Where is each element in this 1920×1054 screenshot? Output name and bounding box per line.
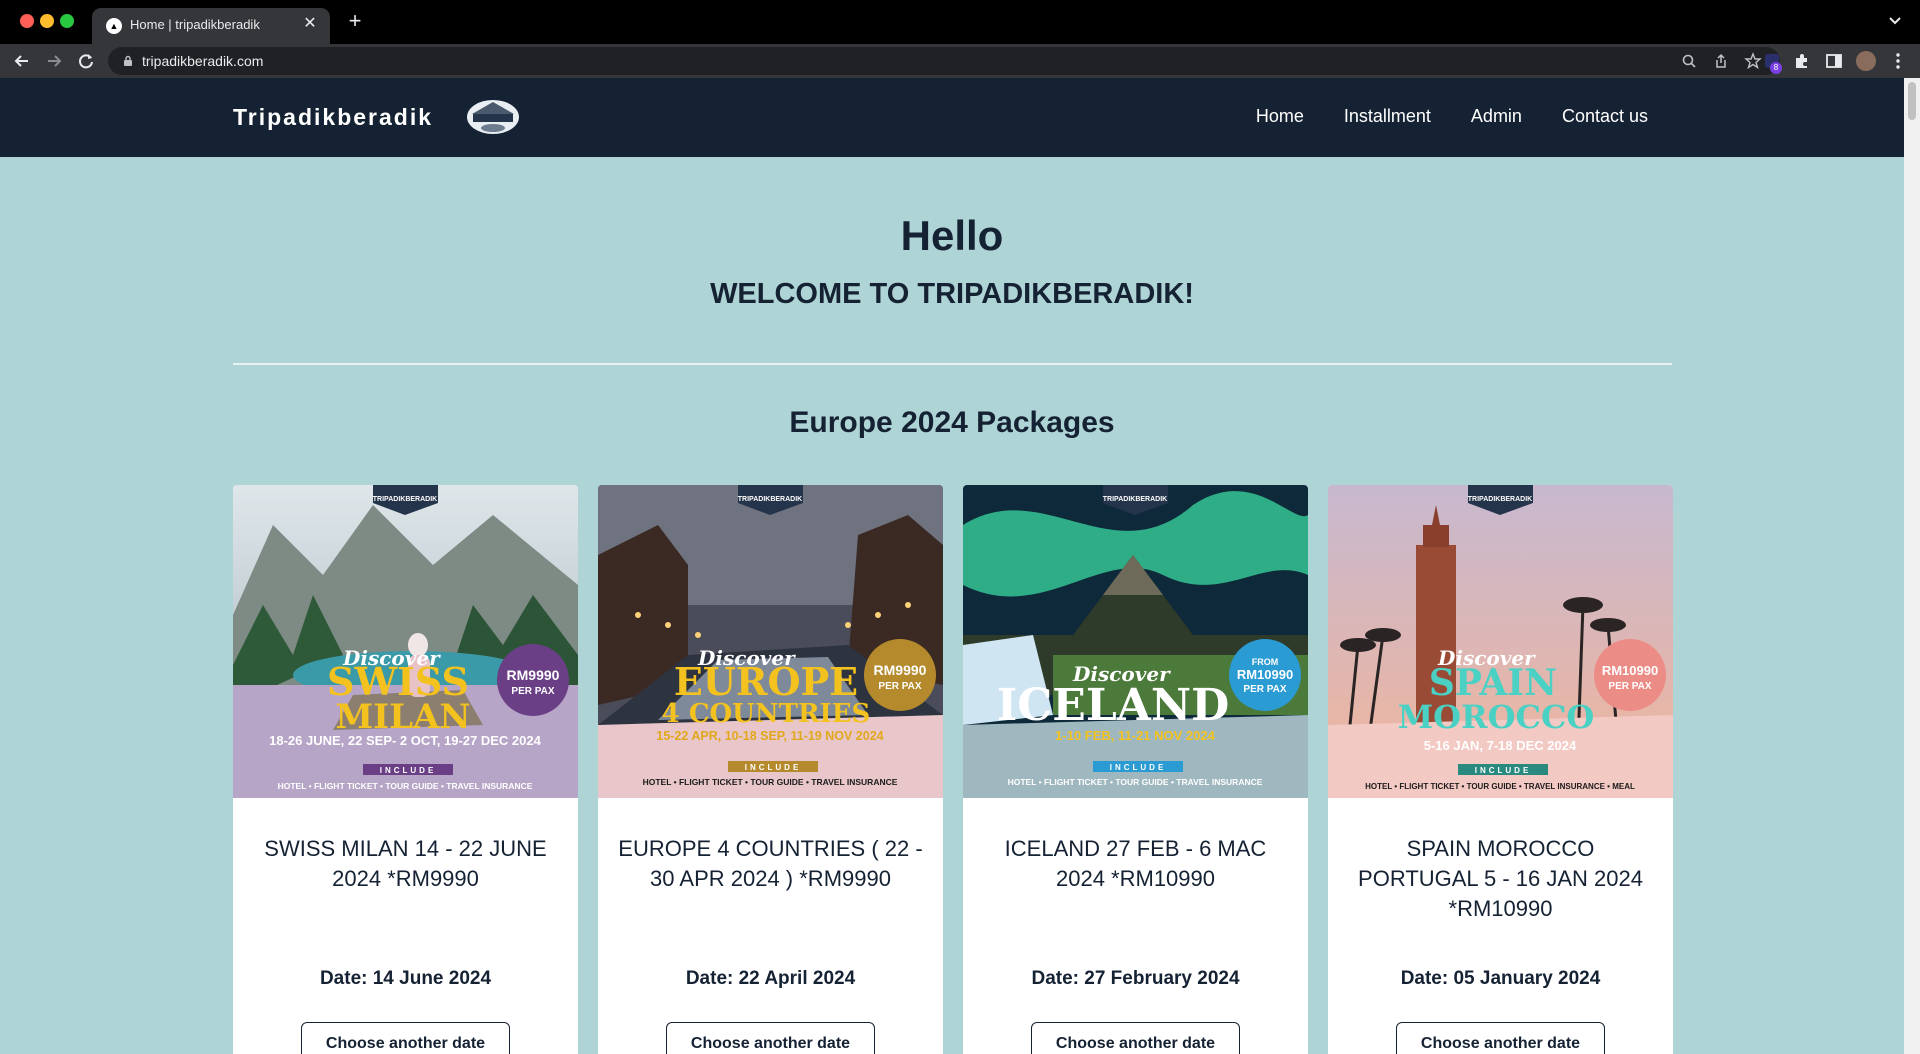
poster-from: FROM [1252, 657, 1279, 667]
hero-title: Hello [900, 212, 1004, 259]
section-title: Europe 2024 Packages [789, 406, 1115, 439]
lock-icon[interactable] [122, 55, 134, 67]
poster-features: HOTEL • FLIGHT TICKET • TOUR GUIDE • TRA… [278, 781, 533, 791]
forward-arrow-icon[interactable] [43, 50, 65, 72]
package-title: SWISS MILAN 14 - 22 JUNE 2024 *RM9990 [264, 836, 547, 891]
scrollbar-thumb[interactable] [1908, 82, 1916, 120]
choose-another-date-button[interactable]: Choose another date [666, 1022, 875, 1054]
svg-text:TRIPADIKBERADIK: TRIPADIKBERADIK [738, 496, 802, 503]
poster-price: RM10990 [1237, 667, 1293, 682]
package-date: Date: 14 June 2024 [319, 968, 492, 989]
poster-features: HOTEL • FLIGHT TICKET • TOUR GUIDE • TRA… [1008, 777, 1263, 787]
reload-icon[interactable] [75, 50, 97, 72]
url-text[interactable]: tripadikberadik.com [142, 53, 263, 69]
poster-price: RM9990 [507, 667, 560, 683]
package-title: EUROPE 4 COUNTRIES ( 22 - 30 APR 2024 ) … [618, 836, 923, 891]
close-window-button[interactable] [20, 14, 34, 28]
site-brand[interactable]: Tripadikberadik [233, 104, 433, 131]
svg-text:TRIPADIKBERADIK: TRIPADIKBERADIK [1468, 496, 1532, 503]
package-card[interactable]: TRIPADIKBERADIK Discover SPAIN MOROCCO R… [1328, 485, 1673, 1054]
package-card[interactable]: TRIPADIKBERADIK Discover SWISS MILAN RM9… [233, 485, 578, 1054]
poster-per-pax: PER PAX [511, 686, 554, 697]
extension-badge: 8 [1770, 62, 1782, 74]
more-menu-icon[interactable] [1888, 51, 1908, 71]
site-favicon-icon: ▲ [106, 18, 122, 34]
package-poster-image[interactable]: TRIPADIKBERADIK Discover EUROPE 4 COUNTR… [598, 485, 943, 798]
svg-text:TRIPADIKBERADIK: TRIPADIKBERADIK [1103, 496, 1167, 503]
poster-headline: EUROPE [674, 659, 858, 704]
extensions-puzzle-icon[interactable] [1792, 51, 1812, 71]
zoom-icon[interactable] [1680, 52, 1698, 70]
poster-per-pax: PER PAX [1608, 681, 1651, 692]
poster-price: RM10990 [1602, 663, 1658, 678]
choose-another-date-button[interactable]: Choose another date [301, 1022, 510, 1054]
nav-admin[interactable]: Admin [1471, 106, 1522, 127]
minimize-window-button[interactable] [40, 14, 54, 28]
package-cards: TRIPADIKBERADIK Discover SWISS MILAN RM9… [233, 485, 1673, 1054]
package-card[interactable]: TRIPADIKBERADIK Discover EUROPE 4 COUNTR… [598, 485, 943, 1054]
brand-logo[interactable] [466, 98, 520, 136]
web-page: Tripadikberadik Home Installment Admin C… [0, 78, 1904, 1054]
poster-per-pax: PER PAX [1243, 684, 1286, 695]
poster-price: RM9990 [874, 662, 927, 678]
browser-tab[interactable]: ▲ Home | tripadikberadik ✕ [92, 8, 330, 44]
package-title: SPAIN MOROCCO PORTUGAL 5 - 16 JAN 2024 *… [1358, 836, 1643, 921]
package-card[interactable]: TRIPADIKBERADIK Discover ICELAND FROM RM… [963, 485, 1308, 1054]
new-tab-button[interactable]: + [344, 10, 366, 32]
package-date: Date: 22 April 2024 [685, 968, 856, 989]
package-poster-image[interactable]: TRIPADIKBERADIK Discover SPAIN MOROCCO R… [1328, 485, 1673, 798]
profile-avatar[interactable] [1856, 51, 1876, 71]
site-nav-links: Home Installment Admin Contact us [1256, 106, 1648, 127]
tab-close-icon[interactable]: ✕ [300, 14, 320, 34]
poster-dates: 18-26 JUNE, 22 SEP- 2 OCT, 19-27 DEC 202… [269, 733, 541, 748]
share-icon[interactable] [1712, 52, 1730, 70]
choose-another-date-button[interactable]: Choose another date [1396, 1022, 1605, 1054]
nav-contact-us[interactable]: Contact us [1562, 106, 1648, 127]
tab-title: Home | tripadikberadik [130, 17, 260, 32]
poster-headline: MILAN [336, 697, 471, 737]
poster-include: INCLUDE [380, 766, 437, 775]
package-date: Date: 27 February 2024 [1031, 968, 1240, 989]
poster-features: HOTEL • FLIGHT TICKET • TOUR GUIDE • TRA… [1365, 782, 1635, 791]
poster-headline: MOROCCO [1398, 698, 1595, 736]
browser-toolbar: tripadikberadik.com 8 [0, 44, 1920, 78]
poster-dates: 5-16 JAN, 7-18 DEC 2024 [1424, 738, 1577, 753]
tab-search-chevron-icon[interactable] [1886, 12, 1904, 30]
hero-subtitle: WELCOME TO TRIPADIKBERADIK! [710, 278, 1194, 310]
browser-tab-bar: ▲ Home | tripadikberadik ✕ + [0, 0, 1920, 44]
address-bar[interactable]: tripadikberadik.com [108, 47, 1780, 75]
poster-per-pax: PER PAX [878, 681, 921, 692]
poster-include: INCLUDE [745, 763, 802, 772]
poster-include: INCLUDE [1110, 763, 1167, 772]
choose-another-date-button[interactable]: Choose another date [1031, 1022, 1240, 1054]
poster-dates: 1-10 FEB, 11-21 NOV 2024 [1055, 728, 1215, 743]
package-date: Date: 05 January 2024 [1400, 968, 1601, 989]
poster-dates: 15-22 APR, 10-18 SEP, 11-19 NOV 2024 [656, 729, 883, 743]
back-arrow-icon[interactable] [11, 50, 33, 72]
svg-text:TRIPADIKBERADIK: TRIPADIKBERADIK [373, 496, 437, 503]
poster-include: INCLUDE [1475, 766, 1532, 775]
package-title: ICELAND 27 FEB - 6 MAC 2024 *RM10990 [1004, 836, 1267, 891]
maximize-window-button[interactable] [60, 14, 74, 28]
package-poster-image[interactable]: TRIPADIKBERADIK Discover ICELAND FROM RM… [963, 485, 1308, 798]
page-scrollbar[interactable] [1904, 78, 1920, 1054]
section-divider [233, 363, 1672, 365]
poster-features: HOTEL • FLIGHT TICKET • TOUR GUIDE • TRA… [643, 777, 898, 787]
poster-headline: 4 COUNTRIES [662, 699, 871, 729]
package-poster-image[interactable]: TRIPADIKBERADIK Discover SWISS MILAN RM9… [233, 485, 578, 798]
side-panel-icon[interactable] [1824, 51, 1844, 71]
site-navbar: Tripadikberadik Home Installment Admin C… [0, 78, 1904, 157]
poster-headline: ICELAND [997, 680, 1230, 731]
bookmark-star-icon[interactable] [1744, 52, 1762, 70]
nav-home[interactable]: Home [1256, 106, 1304, 127]
nav-installment[interactable]: Installment [1344, 106, 1431, 127]
